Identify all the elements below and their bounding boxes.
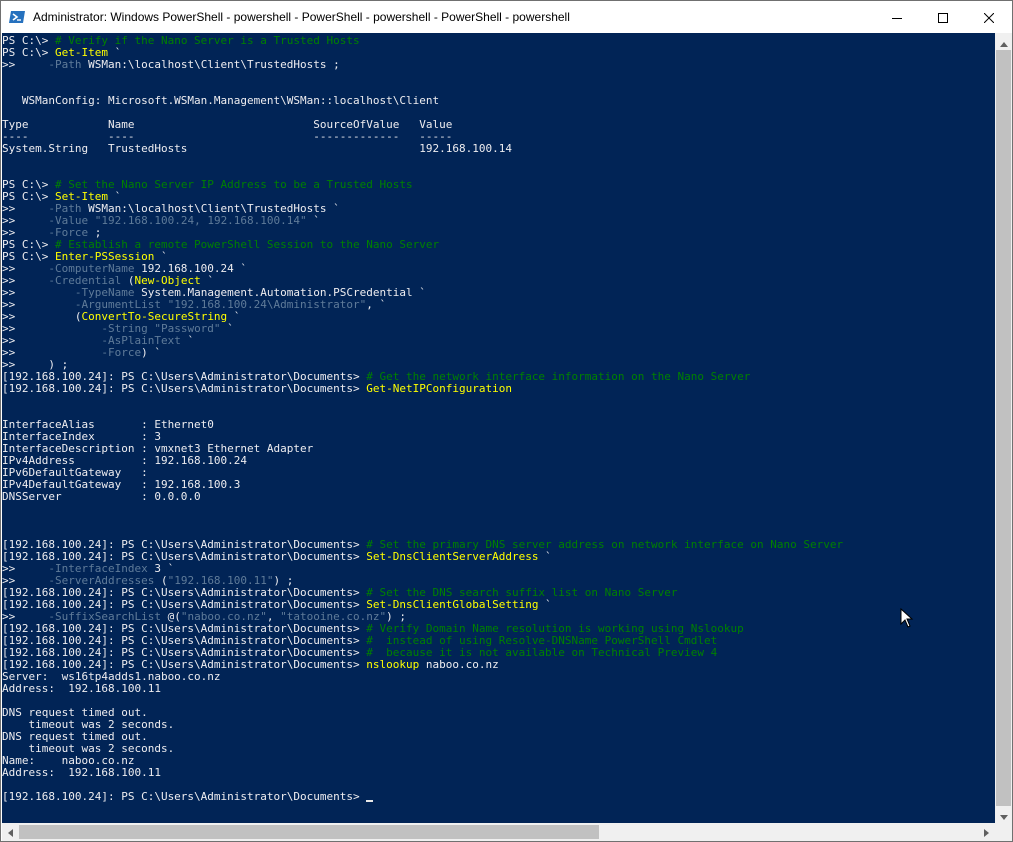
chevron-right-icon xyxy=(984,822,989,841)
mouse-cursor-icon xyxy=(900,607,914,628)
console-line: PS C:\> # Set the Nano Server IP Address… xyxy=(2,179,843,191)
maximize-icon xyxy=(938,8,948,27)
console-lines: PS C:\> # Verify if the Nano Server is a… xyxy=(2,35,843,803)
console-text: ` xyxy=(180,334,195,347)
console-text: >> xyxy=(2,58,49,71)
console-text: naboo.co.nz xyxy=(419,658,499,671)
console-line: PS C:\> # Verify if the Nano Server is a… xyxy=(2,35,843,47)
console-text: Get-NetIPConfiguration xyxy=(366,382,512,395)
console-line: System.String TrustedHosts 192.168.100.1… xyxy=(2,143,843,155)
console-line: DNSServer : 0.0.0.0 xyxy=(2,491,843,503)
console-text: WSManConfig: Microsoft.WSMan.Management\… xyxy=(2,94,440,107)
console-line: >> -Value "192.168.100.24, 192.168.100.1… xyxy=(2,215,843,227)
close-icon xyxy=(983,8,995,27)
console-line: WSManConfig: Microsoft.WSMan.Management\… xyxy=(2,95,843,107)
scroll-up-arrow[interactable] xyxy=(995,33,1012,50)
console-line: >> -Force) ` xyxy=(2,347,843,359)
chevron-up-icon xyxy=(999,32,1008,51)
console-line: >> -Path WSMan:\localhost\Client\Trusted… xyxy=(2,59,843,71)
console-text: Address: 192.168.100.11 xyxy=(2,766,161,779)
console-output[interactable]: PS C:\> # Verify if the Nano Server is a… xyxy=(2,33,995,823)
console-text: Address: 192.168.100.11 xyxy=(2,682,161,695)
console-text: [192.168.100.24]: PS C:\Users\Administra… xyxy=(2,382,367,395)
text-cursor xyxy=(366,800,374,802)
console-text: ` xyxy=(306,214,320,227)
console-line: [192.168.100.24]: PS C:\Users\Administra… xyxy=(2,791,843,803)
chevron-left-icon xyxy=(8,822,13,841)
console-text: ) ` xyxy=(141,346,161,359)
maximize-button[interactable] xyxy=(920,1,966,33)
scrollbar-corner xyxy=(995,823,1012,841)
console-text: [192.168.100.24]: PS C:\Users\Administra… xyxy=(2,790,367,803)
console-text: ` xyxy=(538,598,552,611)
console-text: "192.168.100.24, 192.168.100.14" xyxy=(94,214,307,227)
scroll-down-arrow[interactable] xyxy=(995,806,1012,823)
title-bar[interactable]: Administrator: Windows PowerShell - powe… xyxy=(1,1,1012,33)
console-text: -Force xyxy=(101,346,142,359)
close-button[interactable] xyxy=(966,1,1012,33)
console-text: System.String TrustedHosts 192.168.100.1… xyxy=(2,142,512,155)
powershell-icon[interactable] xyxy=(9,9,25,25)
console-text: DNSServer : 0.0.0.0 xyxy=(2,490,201,503)
scroll-left-arrow[interactable] xyxy=(2,823,19,840)
scroll-right-arrow[interactable] xyxy=(978,823,995,840)
console-line: [192.168.100.24]: PS C:\Users\Administra… xyxy=(2,383,843,395)
console-text: ` xyxy=(220,322,234,335)
vertical-scroll-thumb[interactable] xyxy=(996,50,1011,806)
horizontal-scroll-thumb[interactable] xyxy=(19,825,599,839)
powershell-window: Administrator: Windows PowerShell - powe… xyxy=(0,0,1013,842)
console-text: , ` xyxy=(366,298,387,311)
chevron-down-icon xyxy=(999,805,1008,824)
console-line: Address: 192.168.100.11 xyxy=(2,767,843,779)
console-text: ` xyxy=(538,550,552,563)
console-text: WSMan:\localhost\Client\TrustedHosts ; xyxy=(81,58,340,71)
horizontal-scrollbar[interactable] xyxy=(2,823,995,841)
console-line: Address: 192.168.100.11 xyxy=(2,683,843,695)
minimize-button[interactable] xyxy=(874,1,920,33)
console-text: -Path xyxy=(48,58,82,71)
window-title: Administrator: Windows PowerShell - powe… xyxy=(33,10,570,24)
console-text: Set-DnsClientServerAddress xyxy=(366,550,539,563)
console-text: nslookup xyxy=(366,658,420,671)
vertical-scrollbar[interactable] xyxy=(995,33,1012,823)
minimize-icon xyxy=(892,8,902,27)
